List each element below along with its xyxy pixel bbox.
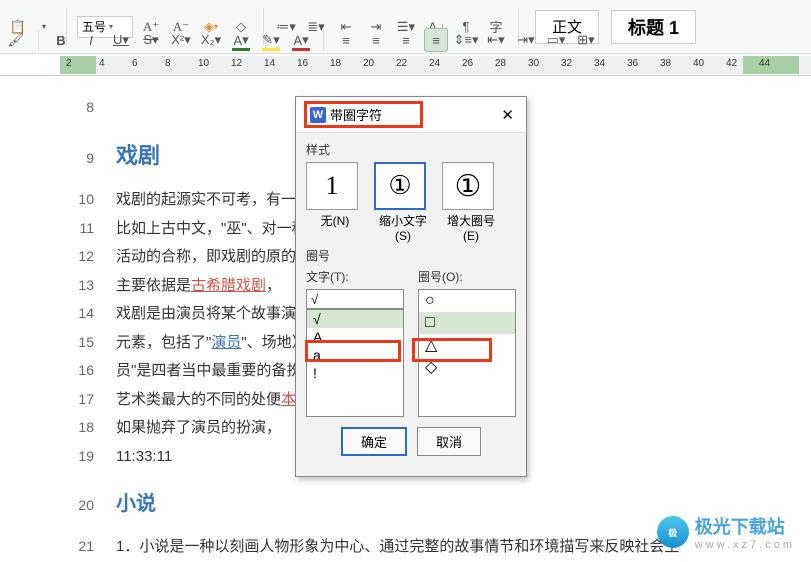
line-number: 16 bbox=[72, 357, 94, 384]
line-number: 19 bbox=[72, 443, 94, 470]
line-number: 21 bbox=[72, 533, 94, 560]
line-text: 戏剧 bbox=[116, 135, 160, 177]
doc-line: 21 1．小说是一种以刻画人物形象为中心、通过完整的故事情节和环境描写来反映社会生 bbox=[72, 533, 734, 562]
outdent-icon[interactable]: ⇤▾ bbox=[484, 28, 508, 52]
line-text: 小说 bbox=[116, 485, 156, 523]
font-color-icon[interactable]: A▾ bbox=[229, 28, 253, 52]
doc-line: 20 小说 bbox=[72, 485, 734, 523]
format-painter-icon[interactable]: 🖌 bbox=[4, 28, 28, 52]
style-caption: 无(N) bbox=[306, 212, 364, 229]
ring-label: 圈号(O): bbox=[418, 268, 516, 285]
text-input[interactable] bbox=[306, 289, 404, 309]
tab-icon[interactable]: ⊞▾ bbox=[574, 28, 598, 52]
shading-icon[interactable]: A▾ bbox=[289, 28, 313, 52]
superscript-icon[interactable]: X²▾ bbox=[169, 28, 193, 52]
text-list[interactable]: √Aa! bbox=[306, 309, 404, 417]
link[interactable]: 古希腊戏剧 bbox=[191, 277, 266, 294]
watermark-url: www.xz7.com bbox=[695, 539, 795, 551]
border-icon[interactable]: ▭▾ bbox=[544, 28, 568, 52]
style-preview: ① bbox=[442, 162, 494, 210]
line-number: 13 bbox=[72, 272, 94, 299]
wps-icon: W bbox=[310, 107, 326, 123]
line-number: 20 bbox=[72, 492, 94, 519]
style-caption: 缩小文字(S) bbox=[374, 212, 432, 243]
style-heading1[interactable]: 标题 1 bbox=[611, 10, 696, 44]
watermark: 极 极光下载站 www.xz7.com bbox=[657, 513, 795, 551]
style-preview: 1 bbox=[306, 162, 358, 210]
style-option[interactable]: ①缩小文字(S) bbox=[374, 162, 432, 243]
bold-icon[interactable]: B bbox=[49, 28, 73, 52]
list-item[interactable]: □ bbox=[419, 312, 515, 334]
enclose-character-dialog: W 带圈字符 ✕ 样式 1无(N)①缩小文字(S)①增大圈号(E) 圈号 文字(… bbox=[295, 96, 527, 477]
list-item[interactable]: a bbox=[307, 346, 403, 364]
line-spacing-icon[interactable]: ⇕≡▾ bbox=[454, 28, 478, 52]
indent-icon[interactable]: ⇥▾ bbox=[514, 28, 538, 52]
align-justify-icon[interactable]: ≡ bbox=[424, 28, 448, 52]
style-preview: ① bbox=[374, 162, 426, 210]
ok-button[interactable]: 确定 bbox=[341, 427, 407, 456]
align-right-icon[interactable]: ≡ bbox=[394, 28, 418, 52]
watermark-name: 极光下载站 bbox=[695, 513, 795, 539]
toolbar: 📋 ▾ 五号 ▾ A⁺ A⁻ ◈▾ ◇ ≔▾ ≣▾ ⇤ ⇥ ☰▾ Ａ↓ ¶ 字 … bbox=[0, 0, 811, 54]
line-text: 如果抛弃了演员的扮演， bbox=[116, 414, 281, 443]
line-number: 15 bbox=[72, 329, 94, 356]
list-item[interactable]: A bbox=[307, 328, 403, 346]
ring-section-label: 圈号 bbox=[306, 247, 516, 264]
underline-icon[interactable]: U▾ bbox=[109, 28, 133, 52]
line-number: 11 bbox=[72, 215, 94, 242]
ruler: 2468101214161820222426283032343638404244 bbox=[0, 56, 811, 76]
line-number: 17 bbox=[72, 386, 94, 413]
line-text: 11:33:11 bbox=[116, 443, 172, 472]
list-item[interactable]: ◇ bbox=[419, 356, 515, 378]
line-number: 8 bbox=[72, 94, 94, 121]
link[interactable]: 本 bbox=[281, 391, 296, 408]
style-option[interactable]: 1 无(N) bbox=[306, 162, 364, 243]
text-label: 文字(T): bbox=[306, 268, 404, 285]
style-section-label: 样式 bbox=[306, 141, 516, 158]
line-number: 10 bbox=[72, 186, 94, 213]
link[interactable]: 演员 bbox=[211, 334, 241, 351]
ring-list[interactable]: ○□△◇ bbox=[418, 289, 516, 417]
style-options: 1无(N)①缩小文字(S)①增大圈号(E) bbox=[306, 162, 516, 243]
line-text: 1．小说是一种以刻画人物形象为中心、通过完整的故事情节和环境描写来反映社会生 bbox=[116, 533, 679, 562]
line-number: 12 bbox=[72, 243, 94, 270]
align-left-icon[interactable]: ≡ bbox=[334, 28, 358, 52]
style-option[interactable]: ①增大圈号(E) bbox=[442, 162, 500, 243]
italic-icon[interactable]: I bbox=[79, 28, 103, 52]
watermark-icon: 极 bbox=[657, 516, 689, 548]
list-item[interactable]: △ bbox=[419, 334, 515, 356]
line-number: 18 bbox=[72, 414, 94, 441]
style-caption: 增大圈号(E) bbox=[442, 212, 500, 243]
line-number: 14 bbox=[72, 300, 94, 327]
cancel-button[interactable]: 取消 bbox=[417, 427, 481, 456]
list-item[interactable]: √ bbox=[307, 310, 403, 328]
list-item[interactable]: ○ bbox=[419, 290, 515, 312]
close-button[interactable]: ✕ bbox=[497, 106, 518, 124]
highlight-icon[interactable]: ✎▾ bbox=[259, 28, 283, 52]
line-number: 9 bbox=[72, 145, 94, 172]
line-text: 主要依据是古希腊戏剧， bbox=[116, 272, 281, 301]
subscript-icon[interactable]: X₂▾ bbox=[199, 28, 223, 52]
strike-icon[interactable]: S▾ bbox=[139, 28, 163, 52]
dialog-title: W 带圈字符 bbox=[304, 101, 423, 128]
align-center-icon[interactable]: ≡ bbox=[364, 28, 388, 52]
list-item[interactable]: ! bbox=[307, 364, 403, 382]
